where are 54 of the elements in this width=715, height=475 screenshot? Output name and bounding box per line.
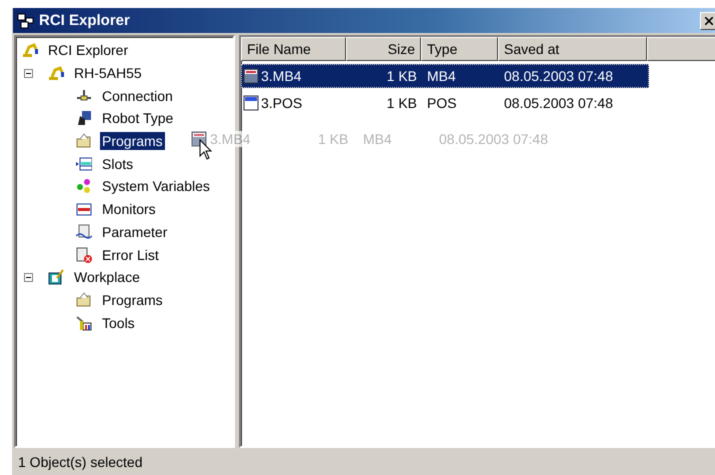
collapse-button[interactable] bbox=[24, 272, 33, 282]
file-name: 3.POS bbox=[261, 95, 302, 111]
robot-arm-icon bbox=[48, 65, 64, 82]
error-list-icon bbox=[76, 246, 92, 263]
status-text: 1 Object(s) selected bbox=[18, 454, 142, 470]
robot-figure-icon bbox=[76, 110, 92, 126]
program-file-icon bbox=[191, 131, 207, 147]
position-file-icon bbox=[243, 95, 259, 111]
saved-at: 08.05.2003 07:48 bbox=[503, 68, 614, 84]
tree-item[interactable]: System Variables bbox=[100, 177, 212, 196]
tree-item[interactable]: Programs bbox=[100, 132, 165, 150]
dragged-saved-at: 08.05.2003 07:48 bbox=[439, 131, 548, 147]
file-row[interactable]: 3.POS 1 KB POS 08.05.2003 07:48 bbox=[241, 91, 649, 115]
wave-chart-icon bbox=[76, 224, 92, 240]
minus-icon bbox=[26, 70, 31, 76]
tree-item[interactable]: Programs bbox=[100, 290, 165, 309]
tree-item[interactable]: Connection bbox=[100, 86, 175, 105]
saved-at: 08.05.2003 07:48 bbox=[503, 95, 614, 111]
table-icon bbox=[76, 156, 92, 172]
tools-icon bbox=[76, 314, 92, 331]
file-type: MB4 bbox=[426, 68, 457, 84]
tree-item[interactable]: RCI Explorer bbox=[46, 41, 130, 60]
column-header[interactable]: Saved at bbox=[498, 37, 647, 61]
tree-item[interactable]: Robot Type bbox=[100, 109, 176, 128]
tree-item[interactable]: Tools bbox=[100, 314, 137, 332]
window-title: RCI Explorer bbox=[39, 12, 131, 29]
app-icon bbox=[17, 12, 35, 28]
tree-item[interactable]: RH-5AH55 bbox=[72, 64, 144, 82]
column-header[interactable]: Type bbox=[421, 37, 498, 61]
close-icon bbox=[705, 16, 713, 24]
monitor-panel-icon bbox=[76, 201, 92, 218]
minus-icon bbox=[26, 274, 31, 280]
file-size: 1 KB bbox=[386, 95, 418, 111]
colored-balls-icon bbox=[76, 178, 92, 194]
file-name: 3.MB4 bbox=[261, 68, 302, 84]
column-header[interactable]: File Name bbox=[241, 37, 346, 61]
tree-item[interactable]: Parameter bbox=[100, 222, 170, 241]
program-file-icon bbox=[243, 68, 259, 84]
dragged-file-size: 1 KB bbox=[318, 131, 350, 147]
tree-item[interactable]: Workplace bbox=[72, 268, 142, 286]
tree-item[interactable]: Monitors bbox=[100, 200, 158, 218]
column-header[interactable]: Size bbox=[346, 37, 421, 61]
tree-item[interactable]: Error List bbox=[100, 246, 161, 264]
workplace-icon bbox=[48, 269, 64, 286]
robot-arm-icon bbox=[22, 42, 38, 58]
file-size: 1 KB bbox=[386, 68, 418, 84]
tree-item[interactable]: Slots bbox=[100, 154, 136, 173]
dragged-file-type: MB4 bbox=[363, 131, 393, 147]
file-row[interactable]: 3.MB4 1 KB MB4 08.05.2003 07:48 bbox=[241, 64, 649, 88]
file-type: POS bbox=[426, 95, 458, 111]
folder-icon bbox=[76, 133, 92, 150]
collapse-button[interactable] bbox=[24, 68, 33, 78]
folder-icon bbox=[76, 292, 92, 308]
close-button[interactable] bbox=[700, 12, 715, 30]
